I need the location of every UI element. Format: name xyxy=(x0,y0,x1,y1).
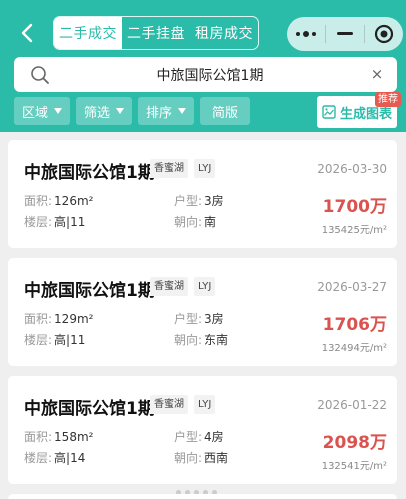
header-bar: 二手成交 二手挂盘 租房成交 中旅国际公馆1期 × 区域 筛选 排序 简版 生成… xyxy=(0,0,406,132)
caret-down-icon xyxy=(116,108,125,114)
facing-value: 东南 xyxy=(204,333,229,347)
area-value: 129m² xyxy=(54,312,94,326)
listing-title: 中旅国际公馆1期 xyxy=(24,163,155,183)
unit-price: 132541元/m² xyxy=(321,461,387,472)
district-tag: 香蜜湖 xyxy=(150,277,188,296)
search-bar: × xyxy=(14,57,397,92)
filter-bar: 区域 筛选 排序 简版 xyxy=(14,97,251,125)
layout-row: 户型: 4房 xyxy=(174,428,224,445)
more-button[interactable] xyxy=(287,17,325,51)
deal-date: 2026-01-22 xyxy=(317,398,387,412)
listing-title: 中旅国际公馆1期 xyxy=(24,399,155,419)
area-value: 158m² xyxy=(54,430,94,444)
facing-label: 朝向: xyxy=(174,333,203,347)
tab-rental-deals[interactable]: 租房成交 xyxy=(190,17,258,49)
caret-down-icon xyxy=(178,108,187,114)
facing-value: 南 xyxy=(204,215,217,229)
filter-simple-view[interactable]: 简版 xyxy=(200,97,251,125)
layout-row: 户型: 3房 xyxy=(174,192,224,209)
deal-type-tabs: 二手成交 二手挂盘 租房成交 xyxy=(53,16,259,50)
unit-price: 135425元/m² xyxy=(321,225,387,236)
total-price: 1700万 xyxy=(322,197,387,217)
facing-label: 朝向: xyxy=(174,451,203,465)
listing-title: 中旅国际公馆1期 xyxy=(24,281,155,301)
layout-value: 3房 xyxy=(204,312,224,326)
caret-down-icon xyxy=(54,108,63,114)
floor-row: 楼层: 高|11 xyxy=(24,213,85,230)
target-close-icon xyxy=(374,24,394,44)
area-row: 面积: 158m² xyxy=(24,428,93,445)
area-value: 126m² xyxy=(54,194,94,208)
area-label: 面积: xyxy=(24,430,53,444)
next-listing-card-peek xyxy=(8,494,397,499)
layout-label: 户型: xyxy=(174,312,203,326)
area-label: 面积: xyxy=(24,194,53,208)
code-tag: LYJ xyxy=(194,277,216,296)
filter-region[interactable]: 区域 xyxy=(14,97,71,125)
chevron-left-icon xyxy=(21,23,33,43)
floor-value: 高|14 xyxy=(54,451,86,465)
area-row: 面积: 129m² xyxy=(24,310,93,327)
recommend-badge: 推荐 xyxy=(375,92,401,107)
search-icon xyxy=(31,66,49,84)
listing-card[interactable]: 中旅国际公馆1期 香蜜湖 LYJ 2026-01-22 面积: 158m² 户型:… xyxy=(8,376,397,484)
total-price: 2098万 xyxy=(322,433,387,453)
filter-label: 简版 xyxy=(212,105,239,121)
tab-second-hand-deals[interactable]: 二手成交 xyxy=(54,17,122,49)
back-button[interactable] xyxy=(14,20,40,46)
filter-label: 区域 xyxy=(22,105,49,121)
floor-value: 高|11 xyxy=(54,215,86,229)
facing-row: 朝向: 西南 xyxy=(174,449,228,466)
district-tag: 香蜜湖 xyxy=(150,395,188,414)
code-tag: LYJ xyxy=(194,159,216,178)
facing-label: 朝向: xyxy=(174,215,203,229)
chart-image-icon xyxy=(322,105,336,119)
layout-row: 户型: 3房 xyxy=(174,310,224,327)
unit-price: 132494元/m² xyxy=(321,343,387,354)
close-button[interactable] xyxy=(365,17,403,51)
layout-label: 户型: xyxy=(174,194,203,208)
floor-label: 楼层: xyxy=(24,451,53,465)
floor-row: 楼层: 高|11 xyxy=(24,331,85,348)
floor-value: 高|11 xyxy=(54,333,86,347)
filter-sort[interactable]: 排序 xyxy=(138,97,195,125)
clear-search-button[interactable]: × xyxy=(369,65,385,83)
total-price: 1706万 xyxy=(322,315,387,335)
more-dots-icon xyxy=(296,31,316,37)
floor-row: 楼层: 高|14 xyxy=(24,449,85,466)
tab-second-hand-listings[interactable]: 二手挂盘 xyxy=(122,17,190,49)
search-input[interactable] xyxy=(60,60,360,89)
filter-label: 排序 xyxy=(146,105,173,121)
layout-label: 户型: xyxy=(174,430,203,444)
layout-value: 4房 xyxy=(204,430,224,444)
facing-row: 朝向: 南 xyxy=(174,213,216,230)
mini-program-capsule xyxy=(287,17,403,51)
deal-date: 2026-03-27 xyxy=(317,280,387,294)
district-tag: 香蜜湖 xyxy=(150,159,188,178)
area-row: 面积: 126m² xyxy=(24,192,93,209)
minimize-button[interactable] xyxy=(326,17,364,51)
facing-row: 朝向: 东南 xyxy=(174,331,228,348)
listing-card[interactable]: 中旅国际公馆1期 香蜜湖 LYJ 2026-03-30 面积: 126m² 户型:… xyxy=(8,140,397,248)
floor-label: 楼层: xyxy=(24,333,53,347)
layout-value: 3房 xyxy=(204,194,224,208)
code-tag: LYJ xyxy=(194,395,216,414)
area-label: 面积: xyxy=(24,312,53,326)
deal-date: 2026-03-30 xyxy=(317,162,387,176)
minimize-icon xyxy=(337,32,353,35)
filter-options[interactable]: 筛选 xyxy=(76,97,133,125)
facing-value: 西南 xyxy=(204,451,229,465)
filter-label: 筛选 xyxy=(84,105,111,121)
listing-card[interactable]: 中旅国际公馆1期 香蜜湖 LYJ 2026-03-27 面积: 129m² 户型:… xyxy=(8,258,397,366)
floor-label: 楼层: xyxy=(24,215,53,229)
